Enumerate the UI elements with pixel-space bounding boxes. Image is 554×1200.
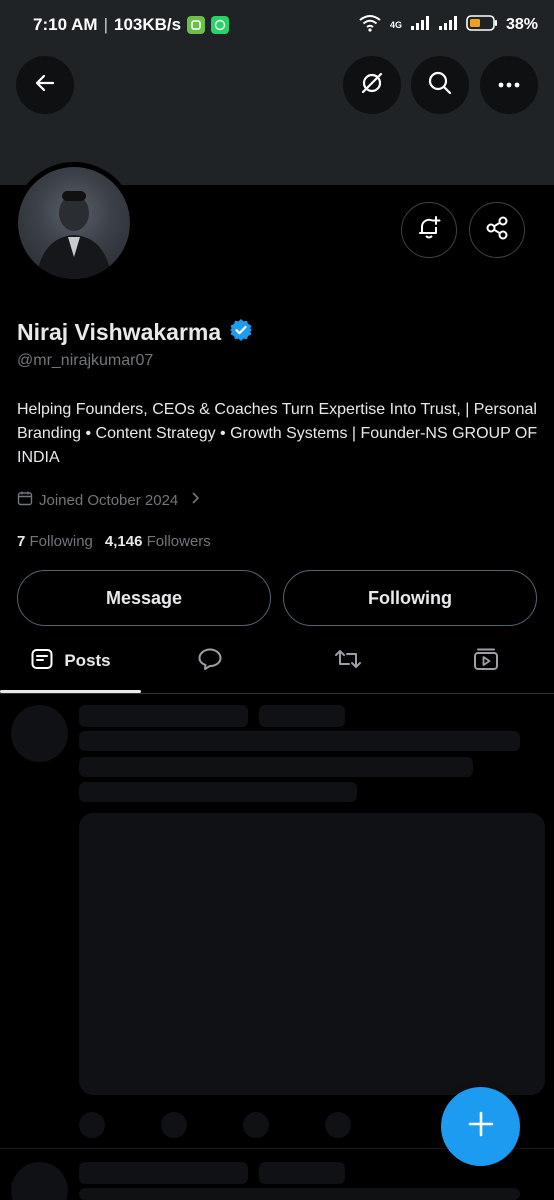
bell-plus-icon: [415, 214, 443, 247]
skeleton-line: [79, 1188, 520, 1200]
skeleton-line: [259, 705, 345, 727]
tab-replies[interactable]: [141, 630, 279, 692]
skeleton-action: [243, 1112, 269, 1138]
share-icon: [484, 215, 510, 246]
name-row: Niraj Vishwakarma: [17, 318, 253, 347]
following-count: 7: [17, 533, 26, 550]
joined-date[interactable]: Joined October 2024: [17, 490, 200, 510]
joined-label: Joined October 2024: [39, 491, 179, 509]
verified-badge-icon[interactable]: [229, 318, 253, 347]
calendar-icon: [17, 490, 33, 510]
followers-count: 4,146: [104, 533, 143, 550]
app-notification-icon: [187, 16, 206, 34]
skeleton-line: [79, 782, 357, 802]
tab-posts-label: Posts: [64, 651, 111, 670]
grok-icon: [359, 70, 385, 101]
posts-icon: [30, 647, 54, 676]
chevron-right-icon: [190, 491, 200, 509]
following-count-label: Following: [29, 533, 93, 550]
network-type: 4G: [389, 20, 402, 30]
skeleton-line: [259, 1162, 345, 1184]
profile-tabs: Posts: [0, 630, 554, 694]
media-icon: [473, 647, 499, 676]
signal-icon: [410, 15, 430, 36]
battery-level: 38%: [505, 16, 538, 33]
active-tab-indicator: [0, 690, 141, 693]
replies-icon: [197, 647, 223, 676]
follow-counts: 7 Following 4,146 Followers: [17, 533, 211, 550]
skeleton-line: [79, 705, 248, 727]
search-icon: [427, 70, 453, 101]
skeleton-media: [79, 813, 545, 1095]
skeleton-action: [325, 1112, 351, 1138]
tab-reposts[interactable]: [279, 630, 417, 692]
skeleton-line: [79, 1162, 248, 1184]
tab-media[interactable]: [417, 630, 554, 692]
avatar[interactable]: [18, 167, 130, 279]
skeleton-avatar: [11, 1162, 68, 1200]
following-count-link[interactable]: 7 Following: [17, 533, 93, 550]
compose-post-button[interactable]: [441, 1087, 520, 1166]
notifications-button[interactable]: [401, 202, 457, 258]
status-time: 7:10 AM: [33, 15, 98, 34]
back-arrow-icon: [33, 71, 57, 100]
share-button[interactable]: [469, 202, 525, 258]
signal-icon-2: [438, 15, 458, 36]
back-button[interactable]: [16, 56, 74, 114]
more-icon: [497, 76, 521, 94]
user-handle: @mr_nirajkumar07: [17, 352, 154, 369]
battery-icon: [466, 14, 498, 37]
avatar-border: [13, 162, 135, 284]
skeleton-action: [161, 1112, 187, 1138]
profile-bio: Helping Founders, CEOs & Coaches Turn Ex…: [17, 401, 538, 466]
display-name: Niraj Vishwakarma: [17, 319, 222, 345]
followers-count-link[interactable]: 4,146 Followers: [105, 533, 211, 550]
following-button[interactable]: Following: [283, 570, 537, 626]
plus-icon: [467, 1110, 495, 1143]
more-button[interactable]: [480, 56, 538, 114]
skeleton-line: [79, 757, 473, 777]
status-bar: 7:10 AM | 103KB/s 4G 38%: [0, 0, 554, 50]
skeleton-line: [79, 731, 520, 751]
reposts-icon: [334, 647, 362, 676]
message-button[interactable]: Message: [17, 570, 271, 626]
skeleton-avatar: [11, 705, 68, 762]
search-button[interactable]: [411, 56, 469, 114]
whatsapp-icon: [211, 16, 230, 34]
followers-count-label: Followers: [146, 533, 211, 550]
wifi-icon: [358, 14, 382, 37]
grok-button[interactable]: [343, 56, 401, 114]
skeleton-action: [79, 1112, 105, 1138]
tab-posts[interactable]: Posts: [0, 630, 141, 693]
status-speed: 103KB/s: [113, 15, 182, 34]
